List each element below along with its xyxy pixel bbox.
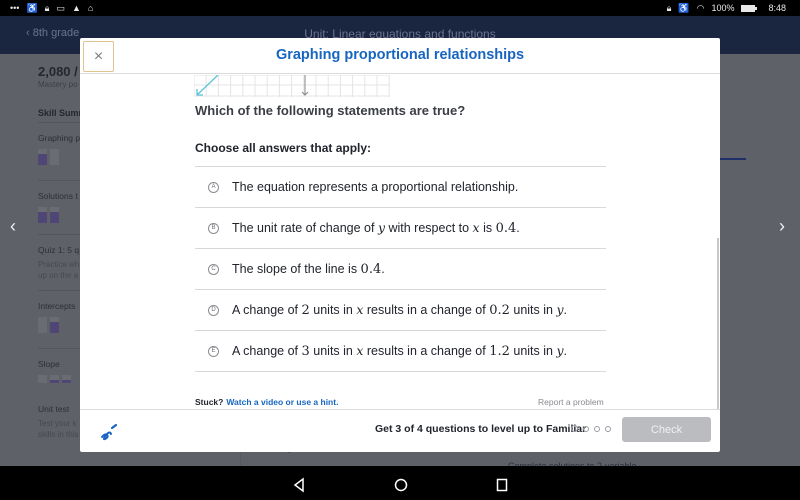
instructions: Choose all answers that apply:	[195, 141, 372, 155]
mastery-points-label: Mastery po	[38, 80, 78, 89]
battery-icon	[741, 4, 758, 12]
question-text: Which of the following statements are tr…	[195, 103, 466, 118]
skill-desc: Test your k skills in this	[38, 419, 79, 439]
choice-letter-badge: C	[208, 263, 219, 275]
bg-text: Complete solutions to 2-variable	[508, 461, 637, 466]
progress-dot	[605, 425, 611, 432]
back-link[interactable]: ‹ 8th grade	[26, 27, 79, 39]
math-expression: y	[377, 220, 385, 235]
stuck-prompt: Stuck? Watch a video or use a hint.	[195, 397, 338, 407]
choice-text-run: units in	[309, 344, 357, 358]
home-nav-icon[interactable]	[393, 477, 409, 493]
choice-text-run: .	[516, 221, 520, 235]
math-expression: 0.2	[489, 303, 510, 318]
stuck-label: Stuck?	[195, 397, 224, 407]
modal-footer: Get 3 of 4 questions to level up to Fami…	[80, 409, 720, 452]
scrollbar[interactable]	[717, 238, 719, 409]
check-button[interactable]: Check	[622, 417, 711, 442]
math-expression: 0.4	[360, 261, 382, 277]
modal-title: Graphing proportional relationships	[275, 47, 525, 63]
clock: 8:48	[768, 3, 786, 13]
scratchpad-icon[interactable]	[99, 421, 119, 441]
choice-text-run: results in a change of	[363, 303, 490, 317]
answer-choice-a[interactable]: A The equation represents a proportional …	[195, 167, 606, 208]
answer-choice-d[interactable]: D A change of 2 units in x results in a c…	[195, 290, 606, 331]
android-status-bar: ••• ♿ 🔒︎ ▭ ▲ ⌂ 🔒︎ ♿ ◠ 100% 8:48	[0, 0, 800, 16]
choice-text-run: The unit rate of change of	[232, 221, 378, 235]
question-area: Which of the following statements are tr…	[80, 75, 720, 388]
choice-text-run: units in	[509, 344, 557, 358]
math-expression: x	[472, 220, 480, 235]
hint-link[interactable]: Watch a video or use a hint.	[226, 397, 338, 407]
choice-text-run: .	[563, 303, 567, 317]
math-expression: 2	[301, 303, 310, 318]
progress-dot	[571, 425, 578, 432]
choice-text-run: results in a change of	[363, 344, 490, 358]
choice-text-run: .	[563, 344, 567, 358]
math-expression: y	[556, 302, 564, 317]
choice-text-run: units in	[509, 303, 557, 317]
report-problem-link[interactable]: Report a problem	[538, 397, 604, 407]
choice-text-run: .	[381, 261, 385, 276]
coordinate-graph	[194, 75, 390, 97]
math-expression: 0.4	[495, 221, 517, 236]
choice-letter-badge: B	[208, 222, 219, 234]
choice-text: The unit rate of change of y with respec…	[232, 220, 520, 236]
battery-percent: 100%	[711, 3, 735, 13]
warning-icon: ▲	[71, 2, 81, 13]
accessibility-icon: ♿	[26, 2, 38, 13]
modal-header: × Graphing proportional relationships	[80, 38, 720, 74]
choice-text: The equation represents a proportional r…	[232, 180, 518, 194]
progress-dots	[571, 425, 611, 432]
choice-text-run: The slope of the line is	[232, 261, 361, 276]
choice-text: A change of 2 units in x results in a ch…	[232, 302, 567, 318]
math-expression: 1.2	[489, 344, 510, 359]
home-icon: ⌂	[87, 2, 94, 13]
choice-text-run: is	[479, 221, 496, 235]
choice-text-run: The equation represents a proportional r…	[232, 180, 519, 194]
choice-text: The slope of the line is 0.4.	[232, 262, 385, 277]
choice-text: A change of 3 units in x results in a ch…	[232, 343, 567, 359]
recents-nav-icon[interactable]	[494, 477, 510, 493]
choice-letter-badge: A	[208, 181, 219, 193]
choice-text-run: with respect to	[385, 221, 473, 235]
choice-letter-badge: D	[208, 304, 219, 316]
math-expression: 3	[301, 344, 310, 359]
exercise-modal: × Graphing proportional relationships Wh…	[80, 38, 720, 452]
choice-letter-badge: E	[208, 345, 219, 357]
lock-icon: 🔒︎	[44, 2, 50, 13]
accessibility-icon: ♿	[678, 2, 690, 13]
android-nav-bar	[0, 470, 800, 500]
answer-choice-b[interactable]: B The unit rate of change of y with respe…	[195, 208, 606, 249]
mastery-points: 2,080 /	[38, 64, 78, 79]
more-dots-icon: •••	[10, 2, 20, 13]
answer-choice-c[interactable]: C The slope of the line is 0.4.	[195, 249, 606, 290]
back-nav-icon[interactable]	[291, 477, 307, 493]
tablet-icon: ▭	[56, 2, 65, 13]
progress-dot	[583, 425, 589, 432]
progress-dot	[594, 425, 600, 432]
choice-text-run: A change of	[232, 303, 302, 317]
level-up-message: Get 3 of 4 questions to level up to Fami…	[375, 423, 587, 435]
choice-text-run: A change of	[232, 344, 302, 358]
skill-desc: Practice wh up on the a	[38, 260, 80, 280]
back-label: 8th grade	[32, 27, 80, 39]
answer-choice-e[interactable]: E A change of 3 units in x results in a c…	[195, 331, 606, 372]
previous-arrow-icon[interactable]: ‹	[10, 216, 16, 237]
choice-text-run: units in	[309, 303, 357, 317]
answer-choices: A The equation represents a proportional …	[195, 166, 606, 372]
lock-icon: 🔒︎	[666, 2, 672, 13]
next-arrow-icon[interactable]: ›	[779, 216, 785, 237]
math-expression: y	[556, 343, 564, 358]
wifi-icon: ◠	[696, 2, 705, 13]
